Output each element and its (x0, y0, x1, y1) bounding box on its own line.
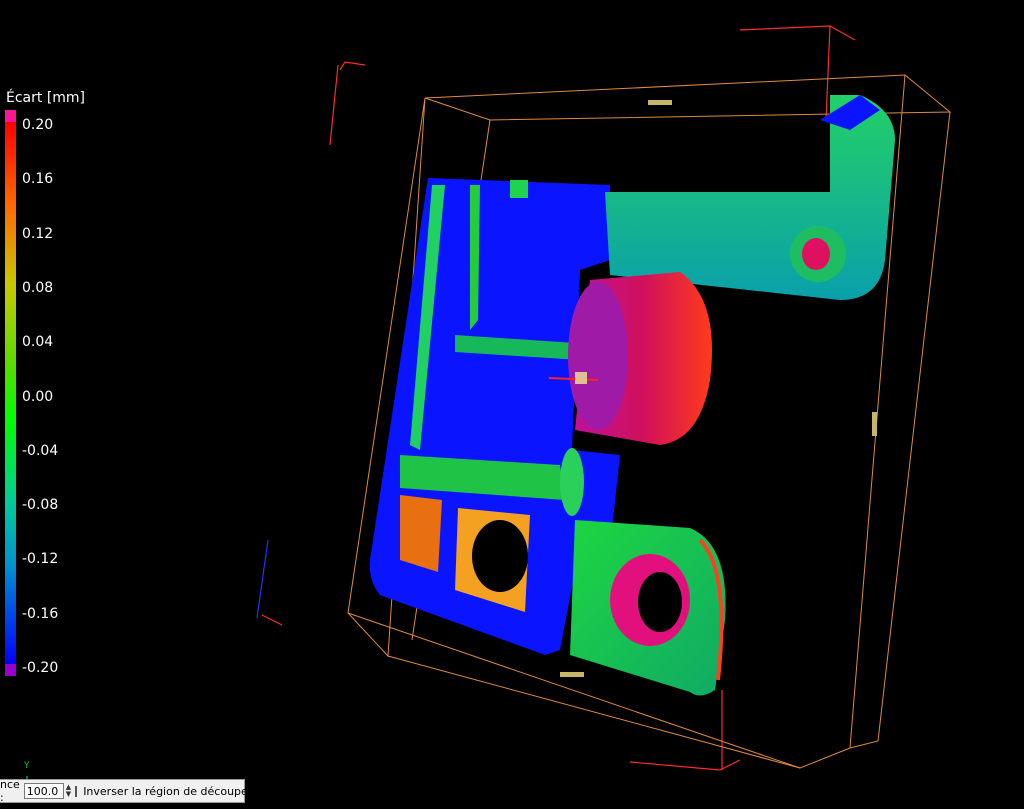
3d-viewport[interactable]: Y (0, 0, 1024, 809)
tolerance-label: nce : (0, 778, 20, 804)
legend-tick-label: 0.12 (22, 225, 54, 242)
legend-tick-label: 0.08 (22, 279, 54, 296)
upper-arm (605, 95, 895, 300)
legend-tick-label: -0.16 (22, 605, 59, 622)
tolerance-spinner[interactable]: ▲ ▼ (66, 783, 71, 799)
legend-color-bar (5, 110, 16, 676)
invert-region-checkbox[interactable] (75, 785, 78, 797)
legend-title: Écart [mm] (6, 90, 86, 106)
legend-tick-label: 0.20 (22, 117, 54, 133)
legend-tick-label: 0.00 (22, 388, 54, 405)
tolerance-input[interactable] (23, 783, 64, 799)
svg-text:Y: Y (23, 761, 30, 771)
legend-tick-label: 0.16 (22, 171, 54, 188)
invert-region-label: Inverser la région de découpe (83, 784, 248, 798)
clip-toolbar: nce : ▲▼ Inverser la région de découpe (0, 778, 248, 804)
legend-over-swatch (5, 110, 16, 122)
legend-tick-label: -0.08 (22, 497, 59, 514)
lower-lug (570, 520, 726, 696)
legend-tick-label: -0.04 (22, 442, 59, 459)
legend-under-swatch (5, 664, 16, 676)
legend-tick-label: -0.12 (22, 551, 59, 568)
legend-tick-label: 0.04 (22, 334, 54, 351)
legend-tick-label: -0.20 (22, 660, 59, 676)
